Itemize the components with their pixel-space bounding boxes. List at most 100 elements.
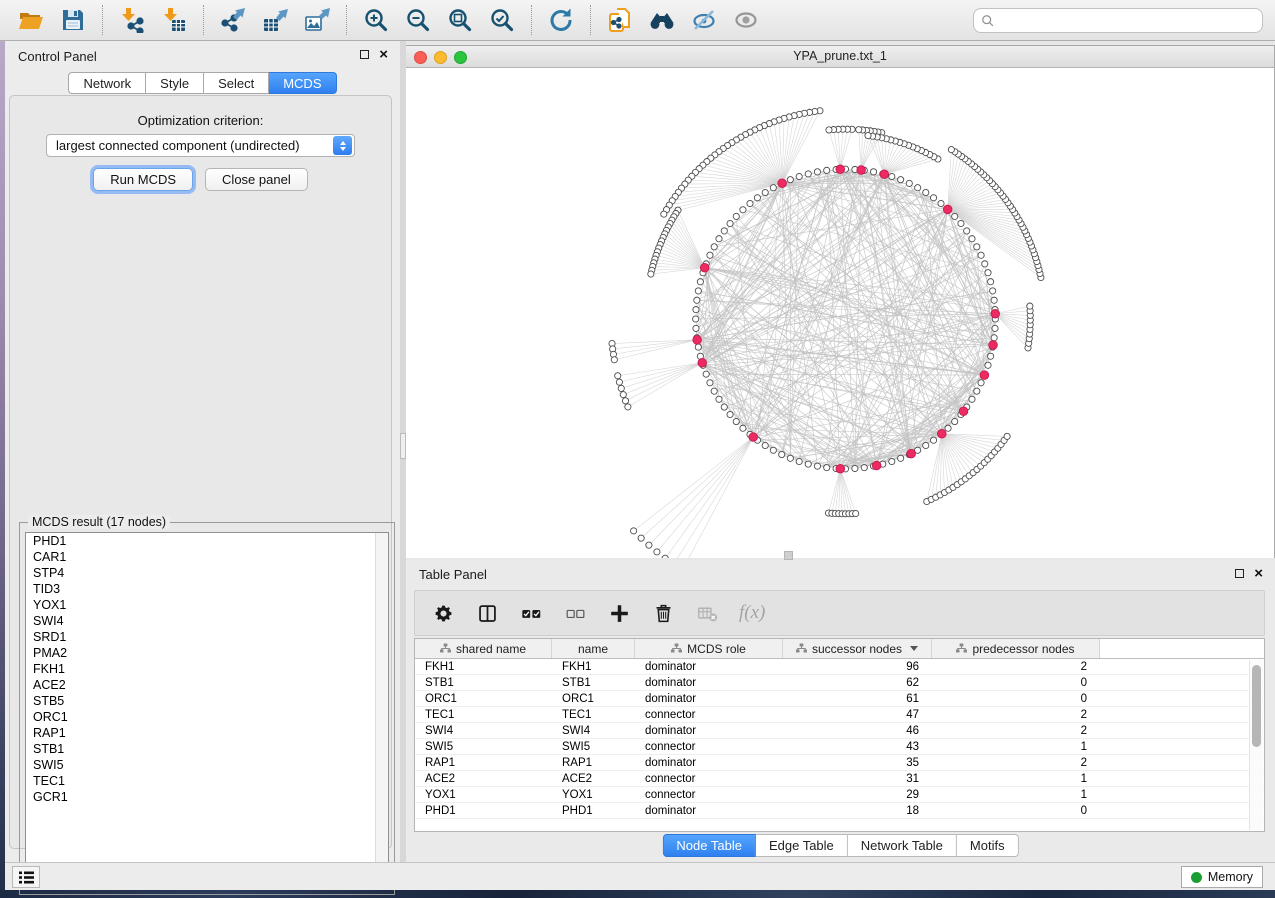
mcds-result-node[interactable]: ACE2 — [26, 677, 388, 693]
table-row[interactable]: ORC1ORC1dominator610 — [415, 691, 1264, 707]
mcds-result-node[interactable]: PMA2 — [26, 645, 388, 661]
float-panel-icon[interactable] — [360, 50, 369, 59]
mcds-result-node[interactable]: GCR1 — [26, 789, 388, 805]
mcds-result-node[interactable]: PHD1 — [26, 533, 388, 549]
table-cell: PHD1 — [415, 803, 552, 818]
main-toolbar — [0, 0, 1275, 41]
memory-button[interactable]: Memory — [1181, 866, 1263, 888]
maximize-window-icon[interactable] — [454, 51, 467, 64]
create-column-icon[interactable] — [607, 601, 631, 625]
table-scrollbar-thumb[interactable] — [1252, 665, 1261, 747]
export-image-icon[interactable] — [302, 5, 332, 35]
show-columns-icon[interactable] — [475, 601, 499, 625]
mcds-result-node[interactable]: CAR1 — [26, 549, 388, 565]
memory-button-label: Memory — [1208, 870, 1253, 884]
zoom-fit-icon[interactable] — [445, 5, 475, 35]
tab-network-table[interactable]: Network Table — [848, 834, 957, 857]
show-all-icon[interactable] — [731, 5, 761, 35]
table-row[interactable]: STB1STB1dominator620 — [415, 675, 1264, 691]
table-cell: RAP1 — [552, 755, 635, 770]
delete-column-trash-icon[interactable] — [651, 601, 675, 625]
mcds-result-node[interactable]: STP4 — [26, 565, 388, 581]
table-row[interactable]: SWI4SWI4dominator462 — [415, 723, 1264, 739]
table-scrollbar[interactable] — [1249, 660, 1263, 830]
close-window-icon[interactable] — [414, 51, 427, 64]
save-session-icon[interactable] — [58, 5, 88, 35]
column-header-successor-nodes[interactable]: successor nodes — [783, 639, 932, 658]
table-row[interactable]: YOX1YOX1connector291 — [415, 787, 1264, 803]
mcds-result-node[interactable]: SWI4 — [26, 613, 388, 629]
table-settings-gear-icon[interactable] — [431, 601, 455, 625]
table-row[interactable]: ACE2ACE2connector311 — [415, 771, 1264, 787]
table-cell: ACE2 — [415, 771, 552, 786]
minimize-window-icon[interactable] — [434, 51, 447, 64]
table-row[interactable]: SWI5SWI5connector431 — [415, 739, 1264, 755]
network-canvas[interactable] — [406, 68, 1274, 558]
table-cell: ACE2 — [552, 771, 635, 786]
table-row[interactable]: FKH1FKH1dominator962 — [415, 659, 1264, 675]
import-table-icon[interactable] — [159, 5, 189, 35]
zoom-selected-icon[interactable] — [487, 5, 517, 35]
mcds-result-node[interactable]: RAP1 — [26, 725, 388, 741]
table-row[interactable]: RAP1RAP1dominator352 — [415, 755, 1264, 771]
search-box[interactable] — [973, 8, 1263, 33]
tab-motifs[interactable]: Motifs — [957, 834, 1019, 857]
zoom-in-icon[interactable] — [361, 5, 391, 35]
tab-network[interactable]: Network — [68, 72, 146, 94]
first-neighbors-icon[interactable] — [647, 5, 677, 35]
network-window-titlebar[interactable]: YPA_prune.txt_1 — [406, 46, 1274, 68]
mcds-result-node[interactable]: STB1 — [26, 741, 388, 757]
table-cell: 0 — [932, 803, 1100, 818]
table-header-row: shared namenameMCDS rolesuccessor nodesp… — [415, 639, 1264, 659]
mcds-result-node[interactable]: TEC1 — [26, 773, 388, 789]
close-panel-button[interactable]: Close panel — [205, 168, 308, 191]
mcds-result-node[interactable]: FKH1 — [26, 661, 388, 677]
table-row[interactable]: PHD1PHD1dominator180 — [415, 803, 1264, 819]
node-table[interactable]: shared namenameMCDS rolesuccessor nodesp… — [414, 638, 1265, 832]
tab-mcds[interactable]: MCDS — [269, 72, 336, 94]
table-row[interactable]: TEC1TEC1connector472 — [415, 707, 1264, 723]
mcds-result-node[interactable]: SRD1 — [26, 629, 388, 645]
mcds-result-node[interactable]: YOX1 — [26, 597, 388, 613]
column-header-shared-name[interactable]: shared name — [415, 639, 552, 658]
deselect-all-rows-icon[interactable] — [563, 601, 587, 625]
table-cell: 2 — [932, 723, 1100, 738]
mcds-result-node[interactable]: SWI5 — [26, 757, 388, 773]
select-all-rows-icon[interactable] — [519, 601, 543, 625]
import-network-icon[interactable] — [117, 5, 147, 35]
task-history-button[interactable] — [12, 866, 40, 888]
mcds-result-list[interactable]: PHD1CAR1STP4TID3YOX1SWI4SRD1PMA2FKH1ACE2… — [25, 532, 389, 888]
hide-selected-icon[interactable] — [689, 5, 719, 35]
optimization-criterion-select[interactable]: largest connected component (undirected) — [46, 134, 355, 157]
table-cell: 35 — [783, 755, 932, 770]
sort-caret-icon — [910, 646, 918, 651]
run-mcds-button[interactable]: Run MCDS — [93, 168, 193, 191]
close-table-panel-icon[interactable]: × — [1254, 568, 1263, 579]
column-header-name[interactable]: name — [552, 639, 635, 658]
mcds-result-node[interactable]: TID3 — [26, 581, 388, 597]
mcds-list-scrollbar[interactable] — [375, 533, 388, 887]
tab-node-table[interactable]: Node Table — [662, 834, 756, 857]
mcds-result-node[interactable]: ORC1 — [26, 709, 388, 725]
open-file-icon[interactable] — [16, 5, 46, 35]
export-table-icon[interactable] — [260, 5, 290, 35]
mcds-result-node[interactable]: STB5 — [26, 693, 388, 709]
column-header-predecessor-nodes[interactable]: predecessor nodes — [932, 639, 1100, 658]
table-cell: 1 — [932, 771, 1100, 786]
table-type-tabs: Node TableEdge TableNetwork TableMotifs — [662, 834, 1018, 857]
export-network-icon[interactable] — [218, 5, 248, 35]
tab-style[interactable]: Style — [146, 72, 204, 94]
float-table-panel-icon[interactable] — [1235, 569, 1244, 578]
refresh-view-icon[interactable] — [546, 5, 576, 35]
tab-select[interactable]: Select — [204, 72, 269, 94]
close-panel-icon[interactable]: × — [379, 49, 388, 60]
canvas-split-handle[interactable] — [784, 551, 793, 560]
table-cell: 0 — [932, 691, 1100, 706]
control-panel: Control Panel × NetworkStyleSelectMCDS O… — [5, 41, 400, 862]
column-header-MCDS-role[interactable]: MCDS role — [635, 639, 783, 658]
tab-edge-table[interactable]: Edge Table — [756, 834, 848, 857]
zoom-out-icon[interactable] — [403, 5, 433, 35]
clone-network-icon[interactable] — [605, 5, 635, 35]
table-cell: 29 — [783, 787, 932, 802]
search-input[interactable] — [1000, 14, 1255, 28]
